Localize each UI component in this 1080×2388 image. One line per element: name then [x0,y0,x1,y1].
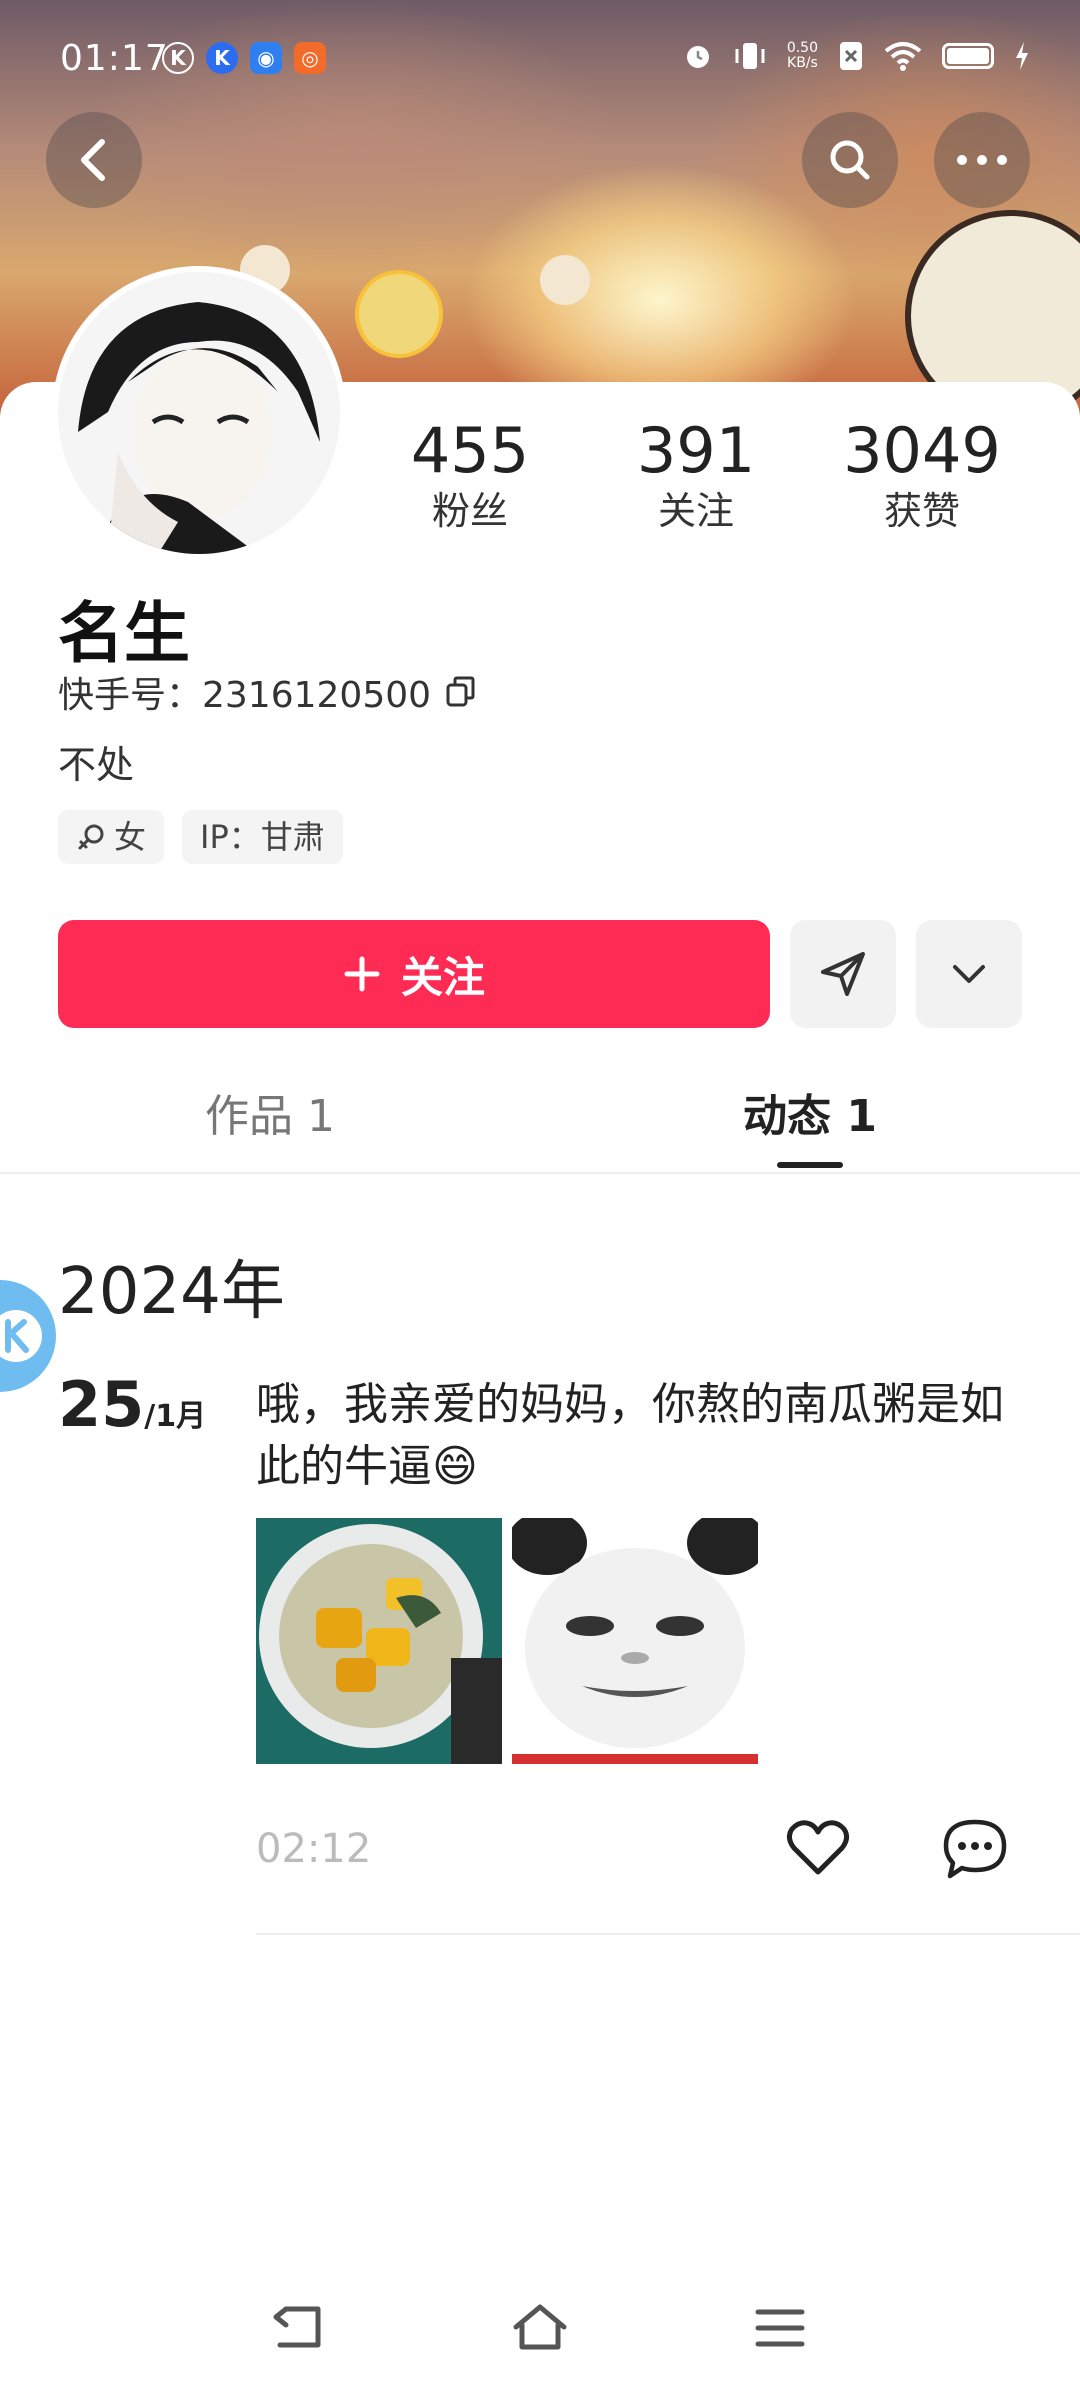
panda-meme-image [512,1518,758,1764]
network-speed: 0.50 KB/s [787,41,818,71]
avatar[interactable] [58,272,340,554]
wifi-icon [884,42,922,71]
nav-home-icon [513,2304,567,2350]
follow-button-label: 关注 [400,952,485,1002]
post-month: /1月 [144,1399,207,1434]
post-text[interactable]: 哦，我亲爱的妈妈，你熬的南瓜粥是如此的牛逼😄 [256,1374,1026,1498]
chevron-down-icon [953,965,985,983]
profile-tags: 女 IP：甘肃 [58,810,343,864]
avatar-image [58,272,340,554]
banner-character-center [355,270,443,358]
app-orange-icon: ◎ [294,42,326,74]
more-dots-icon [957,155,1007,165]
follow-button[interactable]: 关注 [58,920,770,1028]
gender-tag-label: 女 [114,818,147,856]
pumpkin-porridge-image [256,1518,502,1764]
profile-name: 名生 [58,595,190,672]
female-symbol-icon [78,824,104,850]
charging-icon [1016,42,1028,70]
kuaishou-k-icon [0,1310,42,1362]
message-button[interactable] [790,920,896,1028]
sim-disabled-icon [840,42,862,70]
active-tab-indicator [777,1162,843,1168]
kuaishou-k-icon: K [162,42,194,74]
status-time: 01:17 [60,38,169,79]
send-icon [821,952,865,996]
banner-character-right [540,255,590,305]
stat-fans-label: 粉丝 [431,489,508,533]
stat-likes-value: 3049 [843,414,1001,487]
app-blue-square-icon: ◉ [250,42,282,74]
stat-likes-label: 获赞 [883,489,960,533]
stat-fans[interactable]: 455 粉丝 [360,414,580,534]
alarm-icon [686,46,709,68]
post-image-pumpkin-porridge[interactable] [256,1518,502,1764]
stat-likes[interactable]: 3049 获赞 [812,414,1032,534]
nav-back-icon [273,2306,321,2348]
more-button[interactable] [934,112,1030,208]
kuaishou-id: 快手号：2316120500 [58,675,432,716]
nav-menu-icon [755,2309,805,2347]
plus-icon [344,956,380,992]
search-icon [830,140,870,180]
ip-tag-label: IP：甘肃 [200,818,325,856]
comment-bubble-icon[interactable] [942,1818,1008,1880]
stat-following-label: 关注 [657,489,734,533]
nav-home-button[interactable] [510,2298,570,2358]
like-heart-icon[interactable] [786,1818,850,1878]
gender-tag: 女 [58,810,165,864]
nav-menu-button[interactable] [750,2298,810,2358]
post-day: 25 [58,1368,145,1441]
profile-bio: 不处 [58,743,135,787]
stat-following-value: 391 [636,414,756,487]
kuaishou-blue-icon: K [206,42,238,74]
post-image-panda-meme[interactable] [512,1518,758,1764]
vibrate-icon [735,43,765,69]
tab-works[interactable]: 作品 1 [120,1080,420,1144]
feed-year: 2024年 [58,1255,285,1329]
kuaishou-id-row: 快手号：2316120500 [58,666,477,718]
network-speed-value: 0.50 [786,40,818,56]
copy-icon[interactable] [445,675,477,709]
search-button[interactable] [802,112,898,208]
post-time: 02:12 [256,1826,372,1872]
post-divider [256,1933,1080,1935]
chevron-left-icon [81,139,105,181]
battery-icon [942,43,994,69]
status-right-icons: 0.50 KB/s [683,40,1030,72]
tab-moments[interactable]: 动态 1 [660,1080,960,1144]
status-app-icons: K K ◉ ◎ [162,42,326,74]
stat-fans-value: 455 [410,414,530,487]
stat-following[interactable]: 391 关注 [586,414,806,534]
nav-back-button[interactable] [270,2298,330,2358]
post-date: 25/1月 [58,1368,206,1441]
back-button[interactable] [46,112,142,208]
status-bar: 01:17 K K ◉ ◎ 0.50 KB/s [0,0,1080,118]
profile-tabs: 作品 1 动态 1 [0,1040,1080,1174]
system-navigation-bar [0,2280,1080,2380]
ip-tag: IP：甘肃 [182,810,343,864]
network-speed-unit: KB/s [787,55,818,71]
more-options-dropdown-button[interactable] [916,920,1022,1028]
